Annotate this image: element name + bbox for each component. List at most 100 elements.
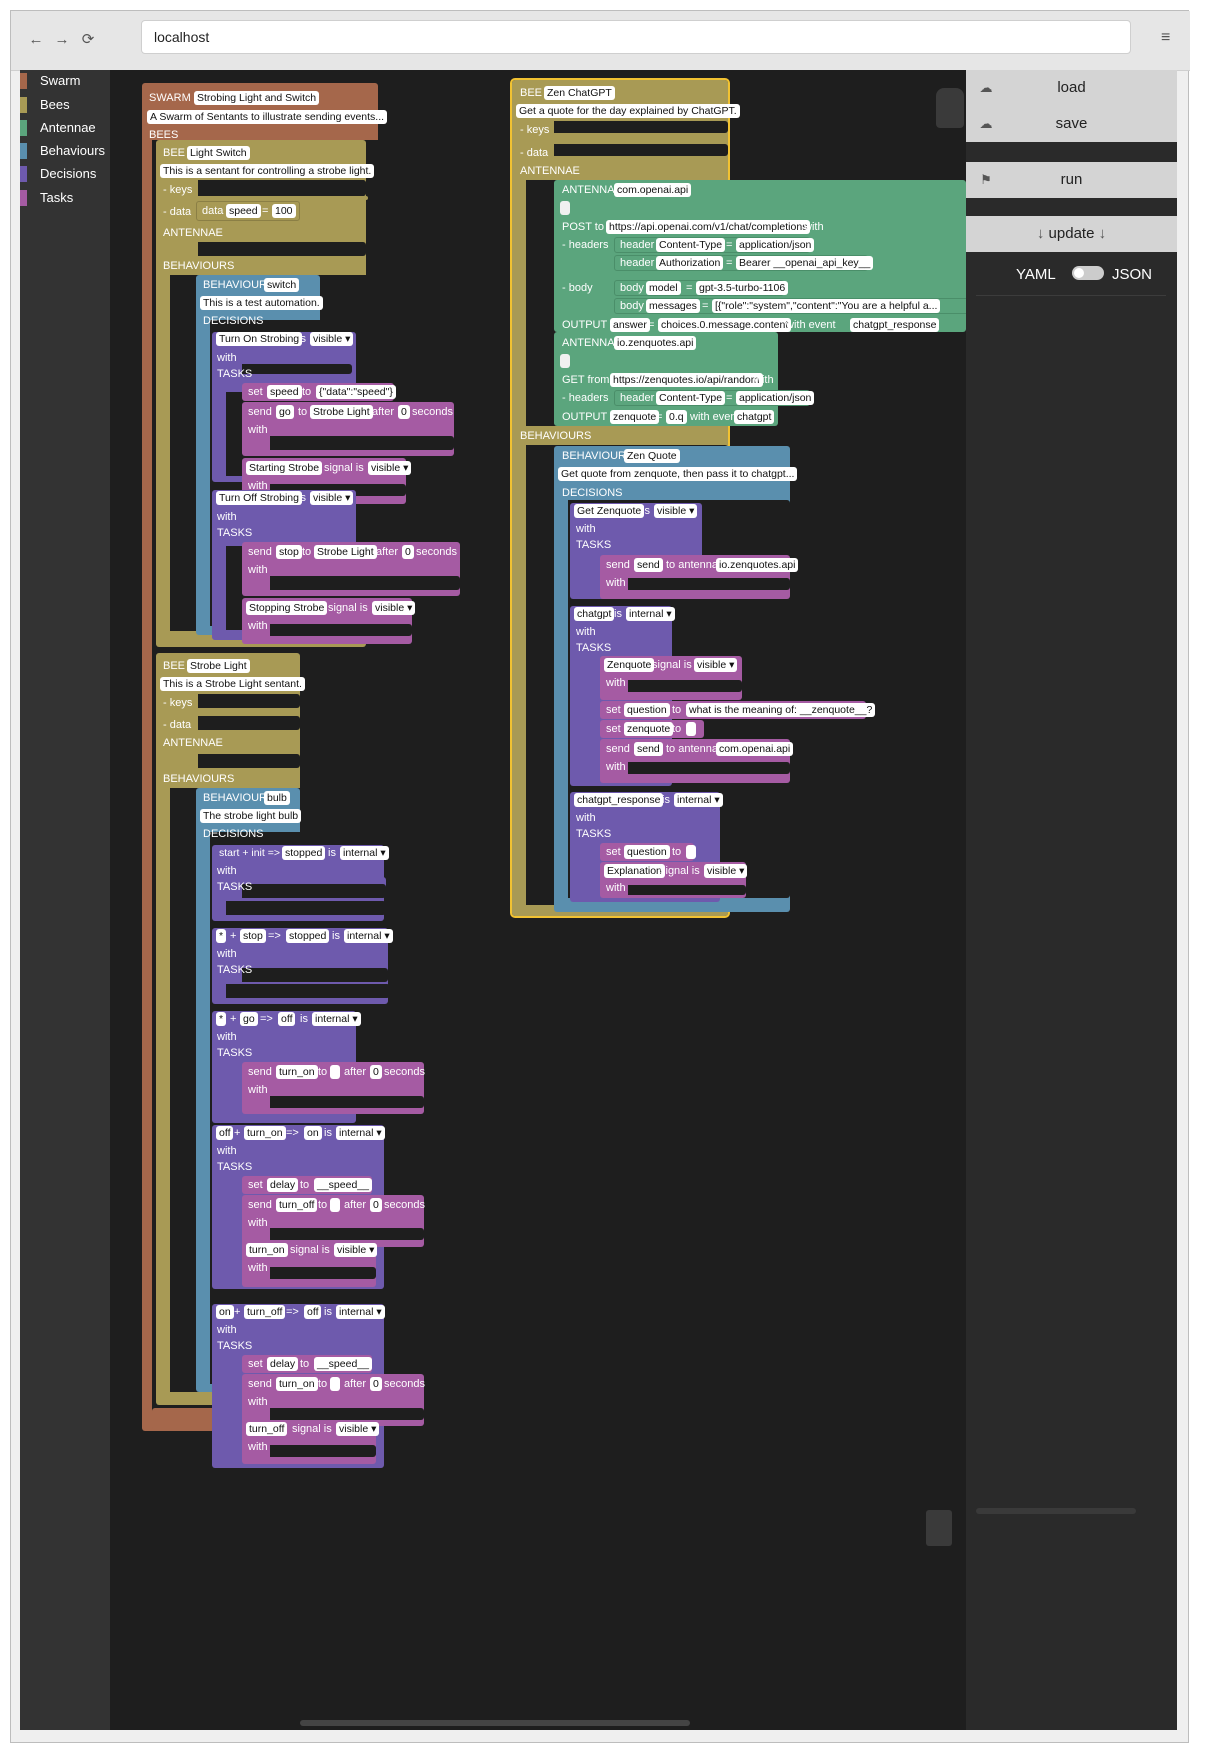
header-key-field[interactable]: Content-Type [656, 238, 726, 252]
swarm-name-field[interactable]: Strobing Light and Switch [194, 91, 320, 105]
toolbox-item-tasks[interactable]: Tasks [20, 187, 110, 209]
toolbox-item-behaviours[interactable]: Behaviours [20, 140, 110, 162]
variable-field[interactable]: question [624, 703, 670, 717]
signal-name-field[interactable]: Starting Strobe [246, 461, 323, 475]
event-field[interactable]: turn_off [276, 1198, 318, 1212]
url-bar[interactable]: localhost [141, 20, 1131, 54]
value-field[interactable]: __speed__ [314, 1178, 372, 1192]
toolbox-item-decisions[interactable]: Decisions [20, 163, 110, 185]
from-state-field[interactable]: off [216, 1126, 234, 1140]
decision-event-field[interactable]: Get Zenquote [574, 504, 645, 518]
trash-icon[interactable] [926, 1510, 952, 1546]
antenna-name-field[interactable]: com.openai.api [614, 183, 692, 197]
toolbox-item-antennae[interactable]: Antennae [20, 117, 110, 139]
toolbox-item-bees[interactable]: Bees [20, 94, 110, 116]
horizontal-scrollbar[interactable] [300, 1720, 690, 1726]
bee-name-field[interactable]: Zen ChatGPT [544, 86, 615, 100]
delay-field[interactable]: 0 [370, 1065, 382, 1079]
signal-name-field[interactable]: turn_on [246, 1243, 288, 1257]
event-field[interactable]: go [276, 405, 294, 419]
visibility-dropdown[interactable]: visible ▾ [334, 1243, 378, 1257]
variable-field[interactable]: question [624, 845, 670, 859]
visibility-dropdown[interactable]: visible ▾ [368, 461, 412, 475]
get-url-field[interactable]: https://zenquotes.io/api/random [610, 373, 763, 387]
event-field[interactable]: go [240, 1012, 258, 1026]
variable-field[interactable]: zenquote [624, 722, 674, 736]
variable-field[interactable]: delay [267, 1178, 299, 1192]
event-field[interactable]: turn_on [276, 1377, 318, 1391]
output-key-field[interactable]: zenquote [610, 410, 660, 424]
data-key-field[interactable]: speed [226, 204, 261, 218]
variable-field[interactable]: delay [267, 1357, 299, 1371]
wildcard-field[interactable]: * [216, 929, 227, 943]
behaviour-name-field[interactable]: Zen Quote [624, 449, 680, 463]
value-field[interactable]: {"data":"speed"} [316, 385, 396, 399]
bee-description-field[interactable]: Get a quote for the day explained by Cha… [516, 104, 740, 118]
behaviour-name-field[interactable]: bulb [264, 791, 290, 805]
behaviour-name-field[interactable]: switch [264, 278, 300, 292]
decision-event-field[interactable]: Turn Off Strobing [216, 491, 302, 505]
event-field[interactable]: turn_off [244, 1305, 286, 1319]
behaviour-description-field[interactable]: The strobe light bulb [200, 809, 302, 823]
visibility-dropdown[interactable]: visible ▾ [704, 864, 748, 878]
save-button[interactable]: ☁ save [966, 106, 1177, 142]
variable-field[interactable]: speed [267, 385, 302, 399]
signal-name-field[interactable]: Explanation [604, 864, 665, 878]
state-field[interactable]: stopped [286, 929, 330, 943]
menu-icon[interactable]: ≡ [1161, 29, 1170, 47]
swarm-description-field[interactable]: A Swarm of Sentants to illustrate sendin… [147, 110, 388, 124]
from-state-field[interactable]: on [216, 1305, 234, 1319]
header-key-field[interactable]: Authorization [656, 256, 724, 270]
value-field[interactable] [686, 845, 696, 859]
visibility-dropdown[interactable]: visible ▾ [372, 601, 416, 615]
visibility-dropdown[interactable]: visible ▾ [336, 1422, 380, 1436]
body-value-field[interactable]: [{"role":"system","content":"You are a h… [712, 299, 941, 313]
antenna-name-field[interactable]: io.zenquotes.api [614, 336, 697, 350]
antenna-note-field[interactable] [560, 201, 570, 215]
visibility-dropdown[interactable]: internal ▾ [312, 1012, 361, 1026]
behaviour-description-field[interactable]: Get quote from zenquote, then pass it to… [558, 467, 798, 481]
antenna-target-field[interactable]: io.zenquotes.api [716, 558, 799, 572]
header-value-field[interactable]: application/json [736, 391, 815, 405]
target-field[interactable] [330, 1198, 340, 1212]
target-field[interactable]: Strobe Light [310, 405, 373, 419]
signal-name-field[interactable]: Stopping Strobe [246, 601, 328, 615]
delay-field[interactable]: 0 [370, 1198, 382, 1212]
backpack-icon[interactable] [936, 88, 964, 128]
bee-description-field[interactable]: This is a sentant for controlling a stro… [160, 164, 375, 178]
visibility-dropdown[interactable]: internal ▾ [340, 846, 389, 860]
header-key-field[interactable]: Content-Type [656, 391, 726, 405]
header-value-field[interactable]: Bearer __openai_api_key__ [736, 256, 874, 270]
bee-name-field[interactable]: Light Switch [187, 146, 250, 160]
event-field[interactable]: stop [240, 929, 266, 943]
event-field[interactable]: send [634, 742, 663, 756]
output-key-field[interactable]: answer [610, 318, 650, 332]
post-url-field[interactable]: https://api.openai.com/v1/chat/completio… [606, 220, 811, 234]
antenna-note-field[interactable] [560, 354, 570, 368]
decision-event-field[interactable]: chatgpt [574, 607, 615, 621]
signal-name-field[interactable]: Zenquote [604, 658, 655, 672]
delay-field[interactable]: 0 [398, 405, 410, 419]
event-field[interactable]: turn_on [276, 1065, 318, 1079]
bee-description-field[interactable]: This is a Strobe Light sentant. [160, 677, 305, 691]
body-key-field[interactable]: messages [646, 299, 700, 313]
blockly-workspace[interactable]: SWARM Strobing Light and Switch A Swarm … [110, 70, 986, 1730]
body-key-field[interactable]: model [646, 281, 681, 295]
state-field[interactable]: off [304, 1305, 322, 1319]
load-button[interactable]: ☁ load [966, 70, 1177, 106]
header-value-field[interactable]: application/json [736, 238, 815, 252]
visibility-dropdown[interactable]: internal ▾ [674, 793, 723, 807]
visibility-dropdown[interactable]: internal ▾ [626, 607, 675, 621]
visibility-dropdown[interactable]: internal ▾ [336, 1305, 385, 1319]
reload-icon[interactable]: ⟳ [77, 29, 99, 51]
target-field[interactable]: Strobe Light [314, 545, 377, 559]
decision-event-field[interactable]: chatgpt_response [574, 793, 664, 807]
visibility-dropdown[interactable]: internal ▾ [336, 1126, 385, 1140]
toolbox-item-swarm[interactable]: Swarm [20, 70, 110, 92]
signal-name-field[interactable]: turn_off [246, 1422, 288, 1436]
visibility-dropdown[interactable]: visible ▾ [694, 658, 738, 672]
visibility-dropdown[interactable]: visible ▾ [654, 504, 698, 518]
wildcard-field[interactable]: * [216, 1012, 227, 1026]
data-value-field[interactable]: 100 [272, 204, 296, 218]
event-field[interactable]: send [634, 558, 663, 572]
